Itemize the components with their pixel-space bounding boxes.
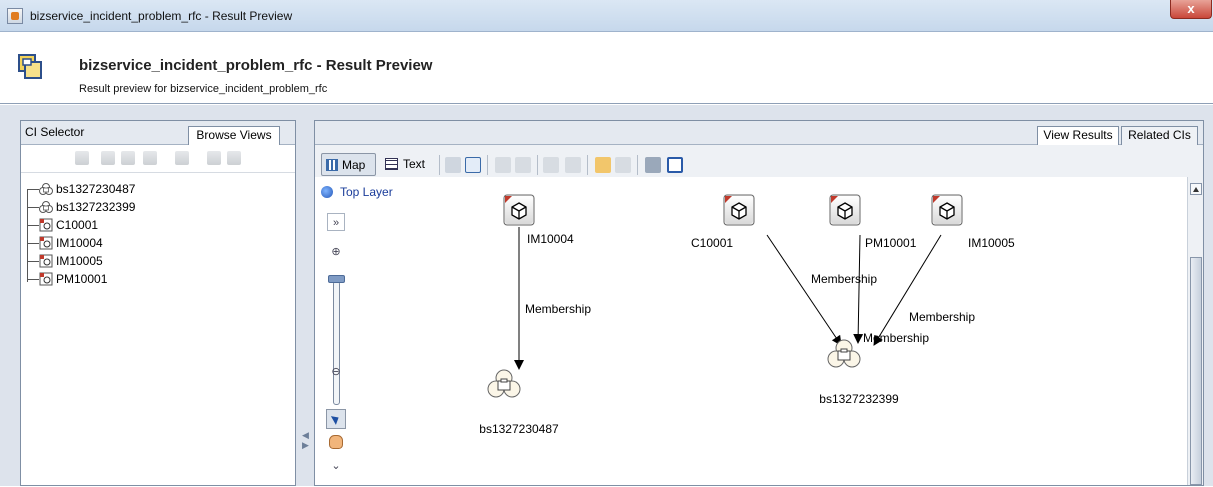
toolbar-separator <box>439 155 440 175</box>
dialog-subtitle: Result preview for bizservice_incident_p… <box>79 83 328 95</box>
edge-label: Membership <box>909 310 975 324</box>
membership-edge[interactable] <box>873 234 942 346</box>
move-down-icon[interactable] <box>515 157 531 173</box>
node-label: PM10001 <box>865 236 917 250</box>
node-label: IM10005 <box>968 236 1015 250</box>
tree-item[interactable]: C10001 <box>27 217 227 233</box>
window-title: bizservice_incident_problem_rfc - Result… <box>30 9 293 23</box>
up-layer-icon[interactable] <box>445 157 461 173</box>
topology-map-canvas[interactable]: Top Layer » ⊕ ⊖ ⌄ Membership Membership … <box>315 177 1187 485</box>
scroll-up-icon[interactable] <box>1190 183 1202 195</box>
ci-node-icon[interactable] <box>503 194 535 226</box>
edge-label: Membership <box>863 331 929 345</box>
close-button[interactable]: x <box>1170 0 1212 19</box>
tree-item[interactable]: bs1327230487 <box>27 181 227 197</box>
edge-label: Membership <box>811 272 877 286</box>
ci-node-icon <box>39 272 53 286</box>
business-service-icon[interactable] <box>827 339 861 368</box>
print-icon[interactable] <box>645 157 661 173</box>
node-label: bs1327232399 <box>819 392 899 406</box>
business-service-icon <box>39 201 53 213</box>
right-panel: View Results Related CIs Map Text Top La… <box>314 120 1204 486</box>
layout-icon[interactable] <box>465 157 481 173</box>
dialog-title: bizservice_incident_problem_rfc - Result… <box>79 57 433 74</box>
edge-label: Membership <box>525 302 591 316</box>
left-panel: CI Selector Browse Views bs1327230487 bs… <box>20 120 296 486</box>
toolbar-separator <box>537 155 538 175</box>
query-result-icon <box>18 54 42 79</box>
tree-item-label: IM10004 <box>56 236 103 250</box>
grid-icon <box>385 158 398 170</box>
membership-edge[interactable] <box>766 234 842 346</box>
move-up-icon[interactable] <box>495 157 511 173</box>
dialog-header: bizservice_incident_problem_rfc - Result… <box>0 32 1213 104</box>
membership-edge[interactable] <box>853 234 864 344</box>
node-label: bs1327230487 <box>479 422 559 436</box>
tree-item-label: bs1327230487 <box>56 182 136 196</box>
copy-icon[interactable] <box>207 151 221 165</box>
document-icon[interactable] <box>227 151 241 165</box>
ci-node-icon <box>39 254 53 268</box>
right-panel-tabs: View Results Related CIs <box>315 121 1203 145</box>
map-view-label: Map <box>342 158 366 172</box>
link-icon[interactable] <box>121 151 135 165</box>
related-ci-icon[interactable] <box>615 157 631 173</box>
new-view-icon[interactable] <box>143 151 157 165</box>
properties-icon[interactable] <box>101 151 115 165</box>
delete-icon[interactable] <box>543 157 559 173</box>
vertical-scrollbar[interactable] <box>1187 177 1203 485</box>
scrollbar-thumb[interactable] <box>1190 257 1202 485</box>
ci-node-icon[interactable] <box>931 194 963 226</box>
tree-item[interactable]: bs1327232399 <box>27 199 227 215</box>
tree-item-label: PM10001 <box>56 272 108 286</box>
tab-related-cis[interactable]: Related CIs <box>1121 126 1198 145</box>
business-service-icon[interactable] <box>487 369 521 398</box>
ci-node-icon <box>39 218 53 232</box>
tree-icon[interactable] <box>75 151 89 165</box>
tree-item[interactable]: PM10001 <box>27 271 227 287</box>
left-toolbar <box>21 145 295 173</box>
ci-node-icon[interactable] <box>829 194 861 226</box>
window-titlebar: bizservice_incident_problem_rfc - Result… <box>0 0 1213 32</box>
window-icon[interactable] <box>667 157 683 173</box>
work-area: CI Selector Browse Views bs1327230487 bs… <box>0 105 1213 486</box>
toolbar-separator <box>487 155 488 175</box>
toolbar-separator <box>587 155 588 175</box>
text-view-button[interactable]: Text <box>381 153 433 176</box>
tree-item-label: bs1327232399 <box>56 200 136 214</box>
tab-ci-selector[interactable]: CI Selector <box>25 125 84 139</box>
map-view-button[interactable]: Map <box>321 153 376 176</box>
map-icon <box>326 159 338 171</box>
tab-browse-views[interactable]: Browse Views <box>188 126 280 145</box>
topology-graph: Membership Membership Membership Membership… <box>479 194 1015 436</box>
node-label: IM10004 <box>527 232 574 246</box>
tab-view-results[interactable]: View Results <box>1037 126 1119 145</box>
business-service-icon <box>39 183 53 195</box>
properties-icon[interactable] <box>565 157 581 173</box>
map-toolbar: Map Text <box>315 145 1203 177</box>
tree-item-label: C10001 <box>56 218 99 232</box>
ci-node-icon <box>39 236 53 250</box>
tree-item[interactable]: IM10004 <box>27 235 227 251</box>
tree-item[interactable]: IM10005 <box>27 253 227 269</box>
ci-node-icon[interactable] <box>723 194 755 226</box>
tree-item-label: IM10005 <box>56 254 103 268</box>
java-app-icon <box>7 8 23 24</box>
left-panel-tabs: CI Selector Browse Views <box>21 121 295 145</box>
new-ci-icon[interactable] <box>595 157 611 173</box>
splitter-collapse-arrows[interactable]: ◀ ▶ <box>302 430 309 450</box>
text-view-label: Text <box>403 157 426 171</box>
save-icon[interactable] <box>175 151 189 165</box>
toolbar-separator <box>637 155 638 175</box>
node-label: C10001 <box>691 236 733 250</box>
